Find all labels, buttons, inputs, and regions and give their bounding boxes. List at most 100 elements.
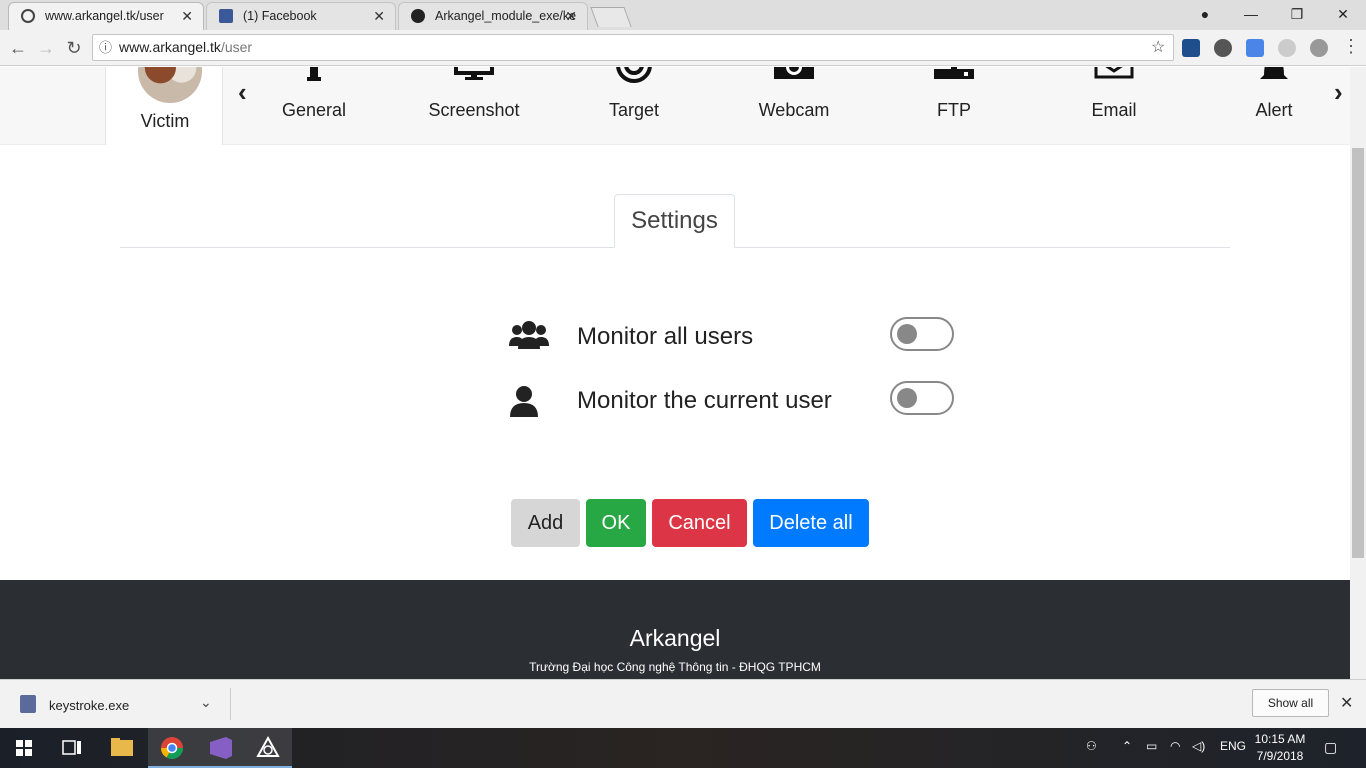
nav-item-ftp[interactable]: FTP: [894, 67, 1014, 145]
minimize-button[interactable]: —: [1228, 0, 1274, 28]
footer: Arkangel Trường Đại học Công nghệ Thông …: [0, 580, 1350, 679]
action-center-icon[interactable]: ▢: [1324, 739, 1337, 756]
footer-title: Arkangel: [629, 625, 721, 651]
extension-circle-icon[interactable]: [1214, 39, 1232, 57]
info-icon: [307, 67, 321, 81]
browser-tab-github[interactable]: Arkangel_module_exe/ke ✕: [398, 2, 588, 30]
envelope-icon: [1094, 67, 1134, 79]
nav-item-label: Screenshot: [428, 100, 520, 120]
facebook-icon: [219, 9, 233, 23]
reload-icon[interactable]: ↻: [62, 36, 86, 60]
menu-kebab-icon[interactable]: ⋮: [1342, 36, 1360, 57]
nav-item-webcam[interactable]: Webcam: [734, 67, 854, 145]
close-download-bar-icon[interactable]: ✕: [1340, 693, 1353, 713]
forward-icon[interactable]: →: [34, 36, 58, 60]
visual-studio-icon[interactable]: [196, 728, 244, 768]
profile-icon[interactable]: ●: [1182, 0, 1228, 28]
new-tab-button[interactable]: [590, 7, 632, 27]
close-tab-icon[interactable]: ✕: [181, 3, 193, 29]
arkangel-favicon-icon: [21, 9, 35, 23]
victim-label: Victim: [140, 111, 190, 131]
file-explorer-icon[interactable]: [98, 728, 146, 768]
target-icon: [616, 67, 652, 83]
victim-avatar: [138, 67, 202, 103]
camera-icon: [774, 67, 814, 79]
tray-chevron-up-icon[interactable]: ⌃: [1122, 739, 1132, 753]
footer-subtitle: Trường Đại học Công nghệ Thông tin - ĐHQ…: [529, 660, 821, 674]
option-monitor-all-users: Monitor all users: [508, 317, 958, 357]
github-icon: [411, 9, 425, 23]
back-icon[interactable]: ←: [6, 36, 30, 60]
info-icon[interactable]: ⓘ: [99, 35, 112, 60]
nav-item-label: General: [281, 100, 347, 120]
add-button[interactable]: Add: [511, 499, 580, 547]
translate-icon[interactable]: [1246, 39, 1264, 57]
option-label: Monitor the current user: [577, 387, 832, 414]
cancel-button[interactable]: Cancel: [652, 499, 747, 547]
nav-prev-icon[interactable]: ‹: [238, 77, 247, 108]
scrollbar-thumb[interactable]: [1352, 148, 1364, 558]
nav-item-target[interactable]: Target: [574, 67, 694, 145]
clock[interactable]: 10:15 AM 7/9/2018: [1250, 731, 1310, 765]
extension-j-icon[interactable]: [1182, 39, 1200, 57]
nav-item-label: FTP: [937, 100, 971, 120]
nav-item-email[interactable]: Email: [1054, 67, 1174, 145]
url-host: www.arkangel.tk: [119, 39, 221, 55]
clock-time: 10:15 AM: [1254, 732, 1306, 746]
extension-gear-icon[interactable]: [1310, 39, 1328, 57]
user-icon: [510, 386, 538, 417]
option-monitor-current-user: Monitor the current user: [508, 381, 958, 421]
browser-tab-arkangel[interactable]: www.arkangel.tk/user ✕: [8, 2, 204, 30]
tab-title: www.arkangel.tk/user: [45, 9, 164, 23]
tab-title: Arkangel_module_exe/ke: [435, 9, 577, 23]
page-content: Victim ‹ General Screenshot Target Webca…: [0, 67, 1350, 679]
people-icon[interactable]: ⚇: [1086, 739, 1097, 753]
battery-icon[interactable]: ▭: [1146, 739, 1157, 753]
chrome-icon[interactable]: [148, 728, 196, 768]
chevron-down-icon[interactable]: ⌄: [200, 694, 212, 711]
delete-all-button[interactable]: Delete all: [753, 499, 869, 547]
option-label: Monitor all users: [577, 323, 754, 350]
show-all-button[interactable]: Show all: [1252, 689, 1329, 717]
close-window-button[interactable]: ✕: [1320, 0, 1366, 28]
bookmark-star-icon[interactable]: ☆: [1151, 35, 1165, 60]
nav-item-label: Alert: [1255, 100, 1293, 120]
upload-icon: [934, 67, 974, 79]
clock-date: 7/9/2018: [1256, 749, 1304, 763]
arkangel-app-icon[interactable]: [244, 728, 292, 768]
language-indicator[interactable]: ENG: [1220, 739, 1246, 753]
nav-item-label: Email: [1091, 100, 1137, 120]
victim-tab[interactable]: Victim: [105, 67, 223, 145]
address-bar[interactable]: ⓘ www.arkangel.tk/user ☆: [92, 34, 1174, 61]
nav-item-screenshot[interactable]: Screenshot: [414, 67, 534, 145]
volume-icon[interactable]: ◁): [1192, 739, 1205, 753]
browser-tab-facebook[interactable]: (1) Facebook ✕: [206, 2, 396, 30]
browser-tab-strip: www.arkangel.tk/user ✕ (1) Facebook ✕ Ar…: [0, 0, 1366, 30]
extension-gray-icon[interactable]: [1278, 39, 1296, 57]
exe-file-icon: [20, 695, 36, 713]
users-icon: [509, 321, 549, 349]
wifi-icon[interactable]: ◠: [1170, 739, 1180, 753]
module-nav: Victim ‹ General Screenshot Target Webca…: [0, 67, 1350, 145]
divider: [230, 688, 231, 720]
monitor-current-user-toggle[interactable]: [890, 381, 954, 415]
nav-item-general[interactable]: General: [254, 67, 374, 145]
close-tab-icon[interactable]: ✕: [373, 3, 385, 29]
download-file-name[interactable]: keystroke.exe: [49, 698, 129, 713]
tab-title: (1) Facebook: [243, 9, 317, 23]
close-tab-icon[interactable]: ✕: [565, 3, 577, 29]
task-view-icon[interactable]: [48, 728, 96, 768]
monitor-icon: [454, 67, 494, 80]
monitor-all-users-toggle[interactable]: [890, 317, 954, 351]
restore-button[interactable]: ❐: [1274, 0, 1320, 28]
download-bar: keystroke.exe ⌄ Show all ✕: [0, 679, 1366, 728]
nav-next-icon[interactable]: ›: [1334, 77, 1343, 108]
url-path: /user: [220, 39, 253, 55]
windows-start-icon[interactable]: [0, 728, 48, 768]
windows-taskbar: ⚇ ⌃ ▭ ◠ ◁) ENG 10:15 AM 7/9/2018 ▢: [0, 728, 1366, 768]
ok-button[interactable]: OK: [586, 499, 646, 547]
toggle-knob: [897, 324, 917, 344]
nav-item-label: Webcam: [758, 100, 830, 120]
tab-settings[interactable]: Settings: [614, 194, 735, 248]
nav-item-alert[interactable]: Alert: [1214, 67, 1334, 145]
